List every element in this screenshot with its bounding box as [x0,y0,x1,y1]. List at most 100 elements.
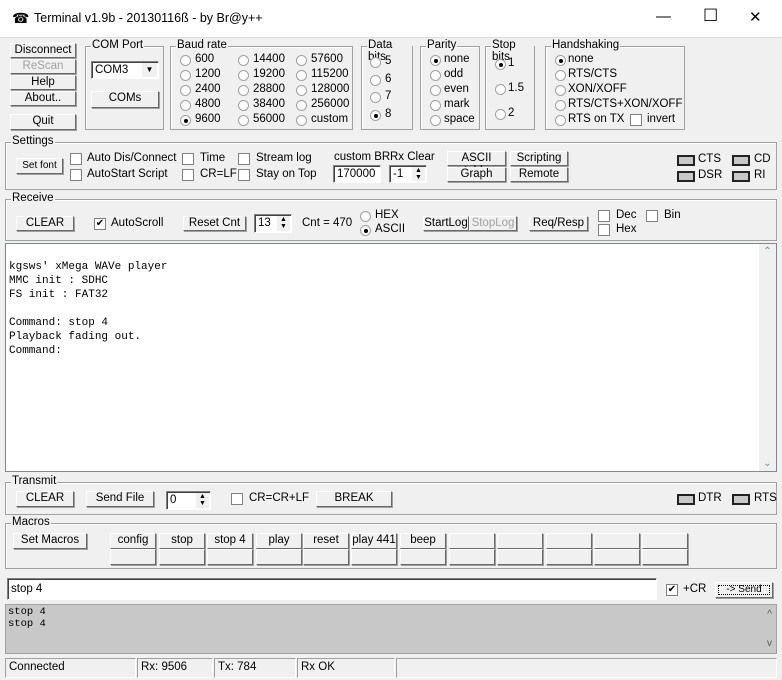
receive-text-area[interactable]: kgsws' xMega WAVe player MMC init : SDHC… [5,243,777,472]
auto-dis-connect-checkbox[interactable] [70,153,82,165]
baud-radio-57600[interactable] [296,55,307,66]
baud-radio-256000[interactable] [296,100,307,111]
autostart-script-checkbox[interactable] [70,169,82,181]
receive-clear-button[interactable]: CLEAR [16,216,74,231]
cnt-spinner[interactable]: 13 ▲ ▼ [254,214,292,233]
maximize-button[interactable]: ☐ [703,6,718,26]
stop-bits-radio-1.5[interactable] [495,84,506,95]
macro-button[interactable] [400,549,446,565]
com-port-select[interactable]: COM3 ▼ [91,61,159,79]
spinner-arrows-icon[interactable]: ▲ ▼ [277,216,290,231]
scroll-up-icon[interactable]: ^ [767,609,772,620]
macro-button[interactable] [546,549,592,565]
cr-lf-checkbox[interactable] [182,169,194,181]
macro-button[interactable] [642,533,688,549]
parity-radio-even[interactable] [430,85,441,96]
receive-scrollbar[interactable]: ⌃ ⌄ [759,244,776,471]
stream-log-checkbox[interactable] [238,153,250,165]
macro-button[interactable]: stop 4 [207,533,253,549]
baud-radio-9600[interactable] [180,115,191,126]
macro-button[interactable]: play 441 [351,533,397,549]
macro-button[interactable] [497,549,543,565]
spinner-arrows-icon[interactable]: ▲ ▼ [196,493,209,508]
handshaking-radio-rts-cts[interactable] [555,70,566,81]
macro-button[interactable] [642,549,688,565]
parity-radio-space[interactable] [430,115,441,126]
macro-button[interactable] [449,549,495,565]
stop-bits-radio-1[interactable] [495,59,506,70]
ascii-radio[interactable] [360,225,371,236]
data-bits-radio-6[interactable] [370,75,381,86]
stay-on-top-checkbox[interactable] [238,169,250,181]
transmit-input[interactable]: stop 4 [7,578,657,600]
send-button[interactable]: -> Send [715,582,773,598]
baud-radio-19200[interactable] [238,70,249,81]
handshaking-radio-xon-xoff[interactable] [555,85,566,96]
minimize-button[interactable]: — [656,8,671,25]
stoplog-button[interactable]: StopLog [469,216,517,231]
scroll-down-icon[interactable]: v [767,638,772,649]
scroll-down-icon[interactable]: ⌄ [759,458,776,469]
cr-checkbox[interactable]: ✔ [666,584,678,596]
cr-cr-lf-checkbox[interactable] [231,493,243,505]
rescan-button[interactable]: ReScan [10,59,76,74]
custom-br-input[interactable]: 170000 [333,165,381,183]
close-button[interactable]: ✕ [749,8,762,26]
macro-button[interactable] [594,533,640,549]
parity-radio-odd[interactable] [430,70,441,81]
bin-checkbox[interactable] [646,210,658,222]
coms-button[interactable]: COMs [91,91,159,108]
macro-button[interactable]: beep [400,533,446,549]
macro-button[interactable] [256,549,302,565]
rx-clear-spinner[interactable]: -1 ▲ ▼ [389,165,427,183]
hex-radio[interactable] [360,211,371,222]
macro-button[interactable]: play [256,533,302,549]
quit-button[interactable]: Quit [10,114,76,130]
baud-radio-56000[interactable] [238,115,249,126]
parity-radio-mark[interactable] [430,100,441,111]
handshaking-radio-rts-on-tx[interactable] [555,115,566,126]
transmit-clear-button[interactable]: CLEAR [16,491,74,507]
macro-button[interactable]: reset [303,533,349,549]
baud-radio-custom[interactable] [296,115,307,126]
baud-radio-600[interactable] [180,55,191,66]
baud-radio-115200[interactable] [296,70,307,81]
help-button[interactable]: Help [10,75,76,90]
data-bits-radio-5[interactable] [370,57,381,68]
macro-button[interactable] [207,549,253,565]
macro-button[interactable]: config [110,533,156,549]
send-file-button[interactable]: Send File [86,491,154,507]
baud-radio-38400[interactable] [238,100,249,111]
remote-button[interactable]: Remote [510,167,568,182]
baud-radio-1200[interactable] [180,70,191,81]
baud-radio-28800[interactable] [238,85,249,96]
macro-button[interactable]: stop [159,533,205,549]
macro-button[interactable] [303,549,349,565]
hex-checkbox[interactable] [598,224,610,236]
spinner-arrows-icon[interactable]: ▲ ▼ [412,167,425,181]
macro-button[interactable] [497,533,543,549]
invert-checkbox[interactable] [630,114,642,126]
startlog-button[interactable]: StartLog [423,216,469,231]
baud-radio-2400[interactable] [180,85,191,96]
handshaking-radio-none[interactable] [555,55,566,66]
set-macros-button[interactable]: Set Macros [13,533,87,549]
time-checkbox[interactable] [182,153,194,165]
handshaking-radio-rts-cts-xon-xoff[interactable] [555,100,566,111]
baud-radio-4800[interactable] [180,100,191,111]
data-bits-radio-8[interactable] [370,110,381,121]
macro-button[interactable] [449,533,495,549]
transmit-spinner[interactable]: 0 ▲ ▼ [166,491,211,510]
macro-button[interactable] [594,549,640,565]
macro-button[interactable] [110,549,156,565]
stop-bits-radio-2[interactable] [495,109,506,120]
data-bits-radio-7[interactable] [370,92,381,103]
about-button[interactable]: About.. [10,91,76,106]
break-button[interactable]: BREAK [316,491,392,507]
autoscroll-checkbox[interactable]: ✔ [94,218,106,230]
baud-radio-14400[interactable] [238,55,249,66]
disconnect-button[interactable]: Disconnect [10,43,76,58]
reset-cnt-button[interactable]: Reset Cnt [183,216,246,231]
req-resp-button[interactable]: Req/Resp [529,216,588,231]
macro-button[interactable] [159,549,205,565]
